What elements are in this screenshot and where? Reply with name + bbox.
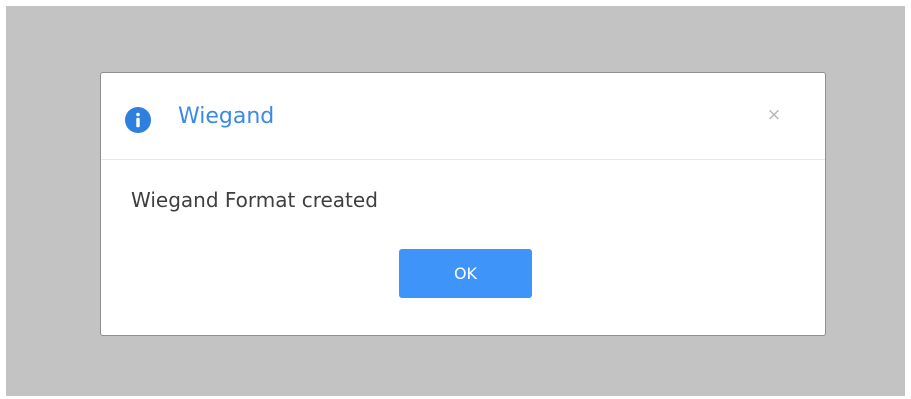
wiegand-dialog: Wiegand × Wiegand Format created OK	[100, 72, 826, 336]
dialog-title: Wiegand	[178, 104, 275, 129]
dialog-header: Wiegand ×	[101, 73, 825, 160]
close-button[interactable]: ×	[766, 107, 782, 124]
ok-button[interactable]: OK	[399, 249, 532, 298]
info-icon	[125, 107, 151, 133]
dialog-message: Wiegand Format created	[131, 188, 378, 212]
